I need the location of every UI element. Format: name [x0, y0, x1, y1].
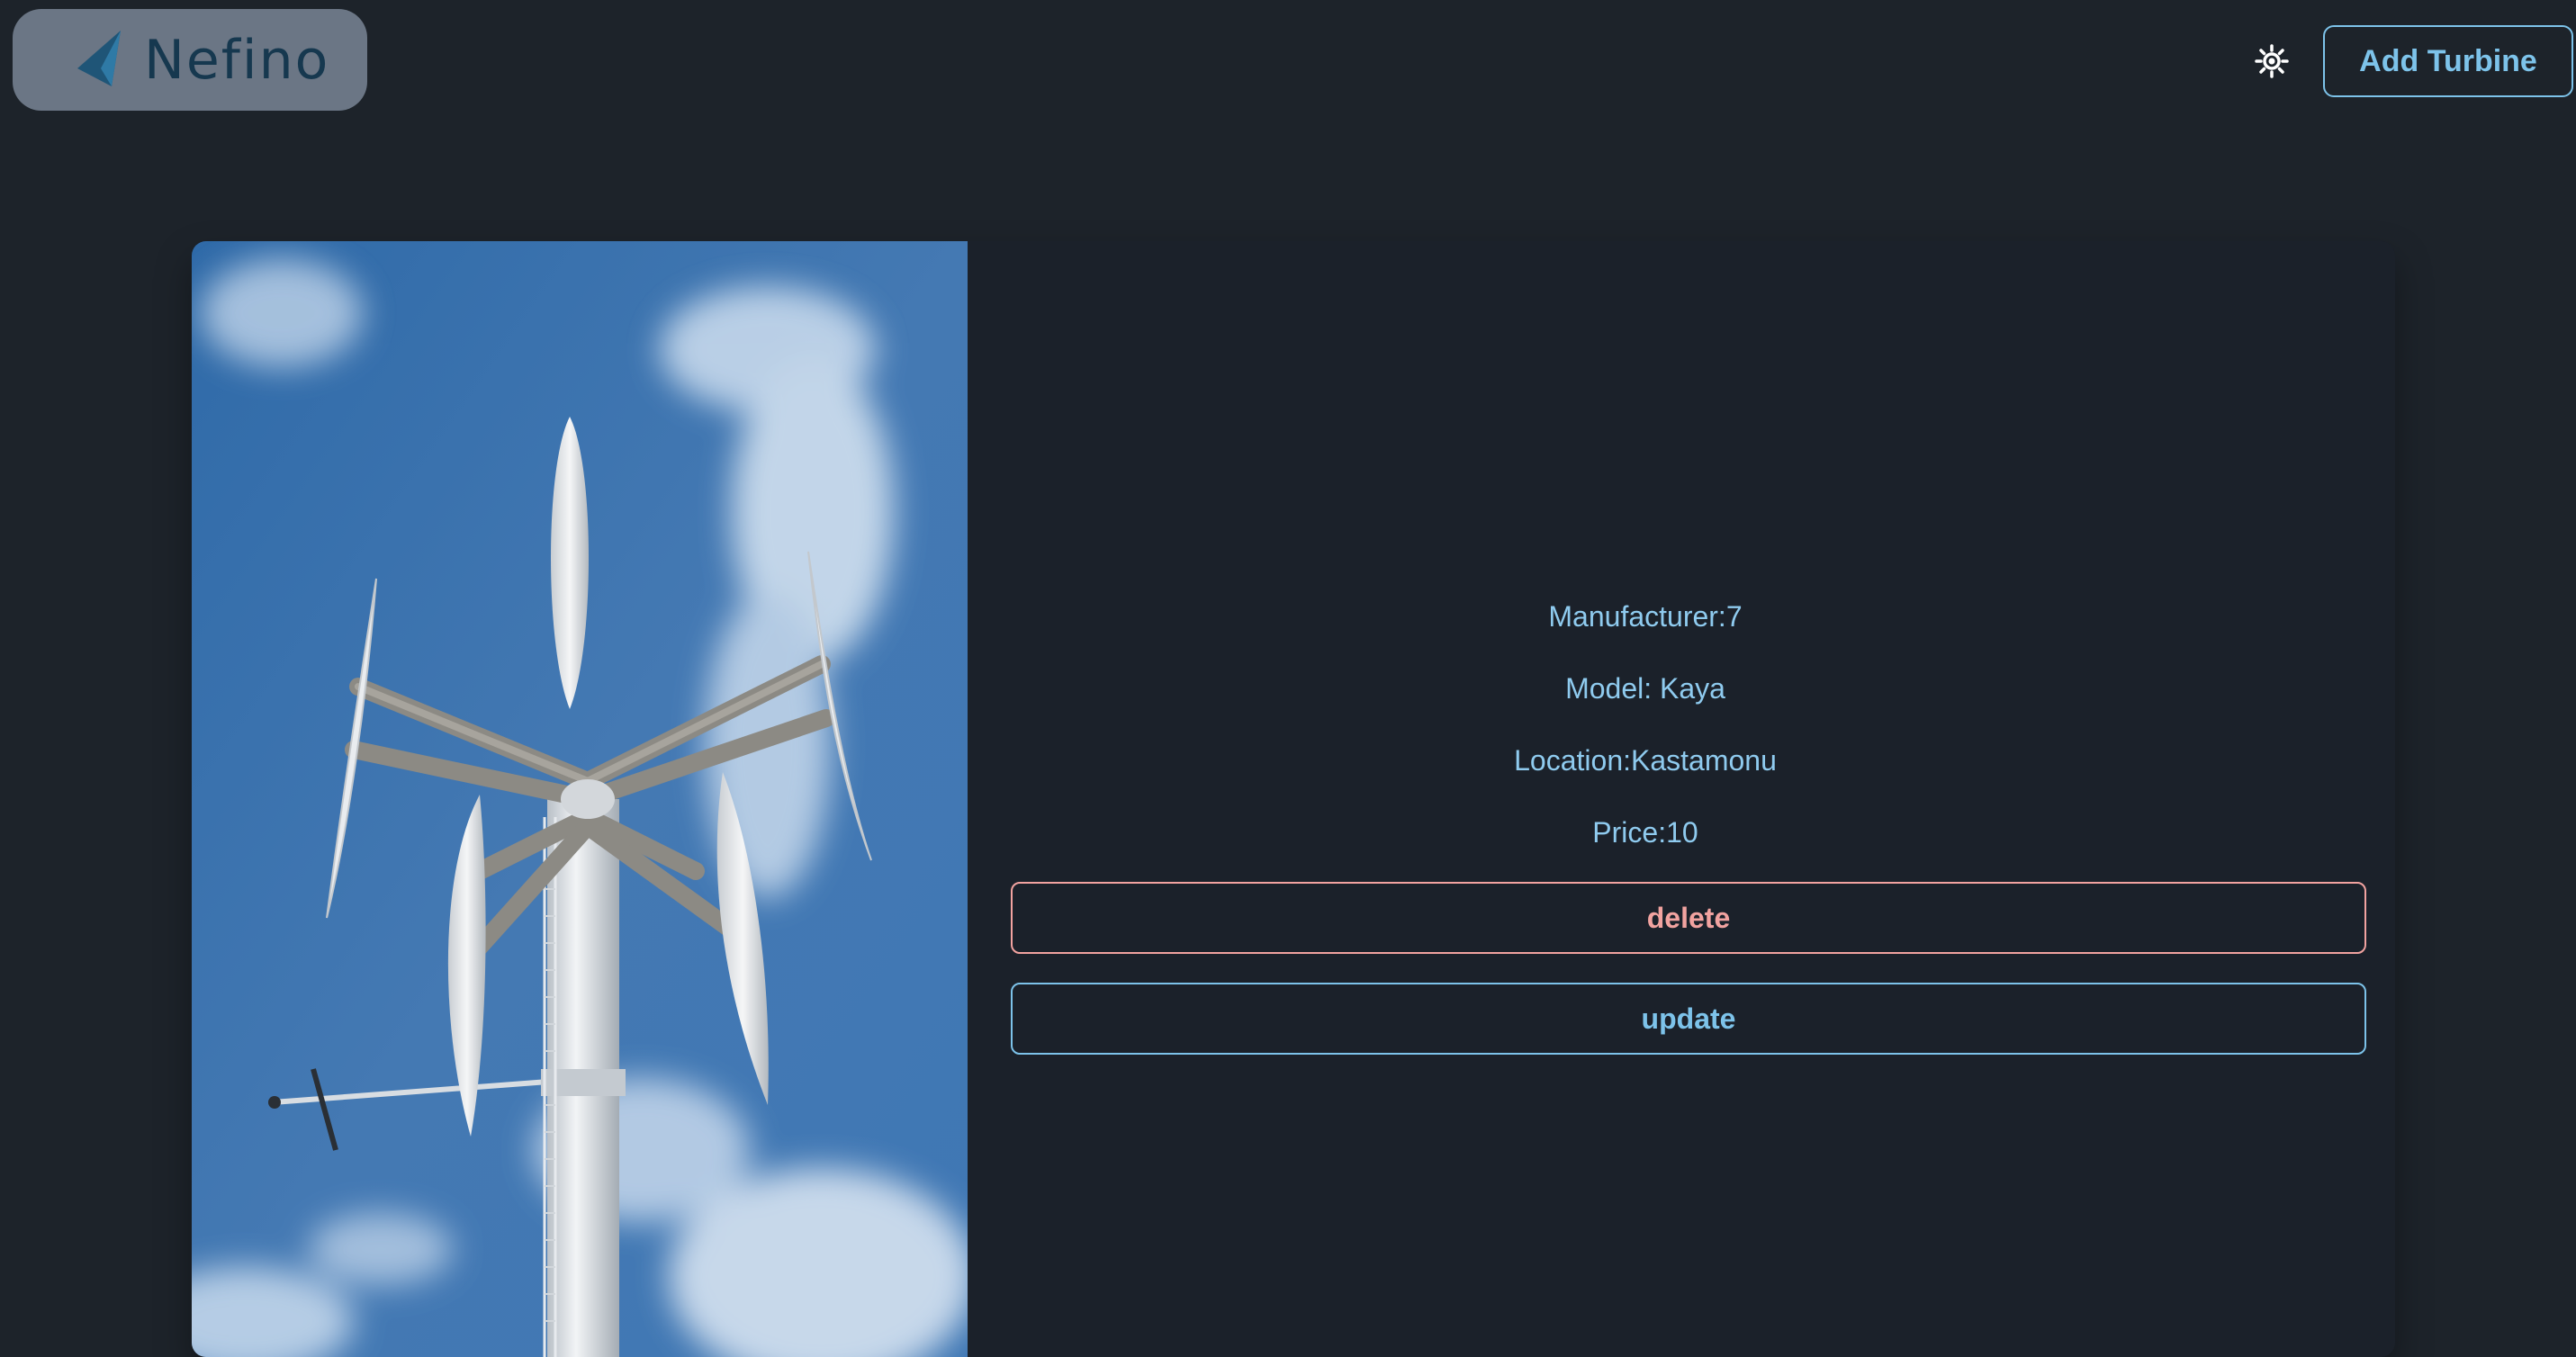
turbine-details: Manufacturer:7 Model: Kaya Location:Kast…: [968, 241, 2395, 1357]
update-button[interactable]: update: [1011, 983, 2366, 1055]
sun-icon: [2255, 44, 2289, 78]
price-text: Price:10: [1592, 816, 1698, 849]
turbine-image: [192, 241, 968, 1357]
delete-button[interactable]: delete: [1011, 882, 2366, 954]
turbine-card: Manufacturer:7 Model: Kaya Location:Kast…: [192, 241, 2395, 1357]
navbar: Nefino Add Turbine: [0, 0, 2576, 121]
model-text: Model: Kaya: [1565, 672, 1725, 705]
add-turbine-button[interactable]: Add Turbine: [2323, 25, 2573, 97]
location-text: Location:Kastamonu: [1514, 744, 1777, 777]
nefino-sail-logo-icon: [77, 30, 121, 86]
theme-toggle[interactable]: [2247, 36, 2297, 86]
manufacturer-text: Manufacturer:7: [1548, 600, 1743, 633]
brand-name: Nefino: [144, 28, 330, 92]
brand-logo-link[interactable]: Nefino: [13, 9, 367, 111]
